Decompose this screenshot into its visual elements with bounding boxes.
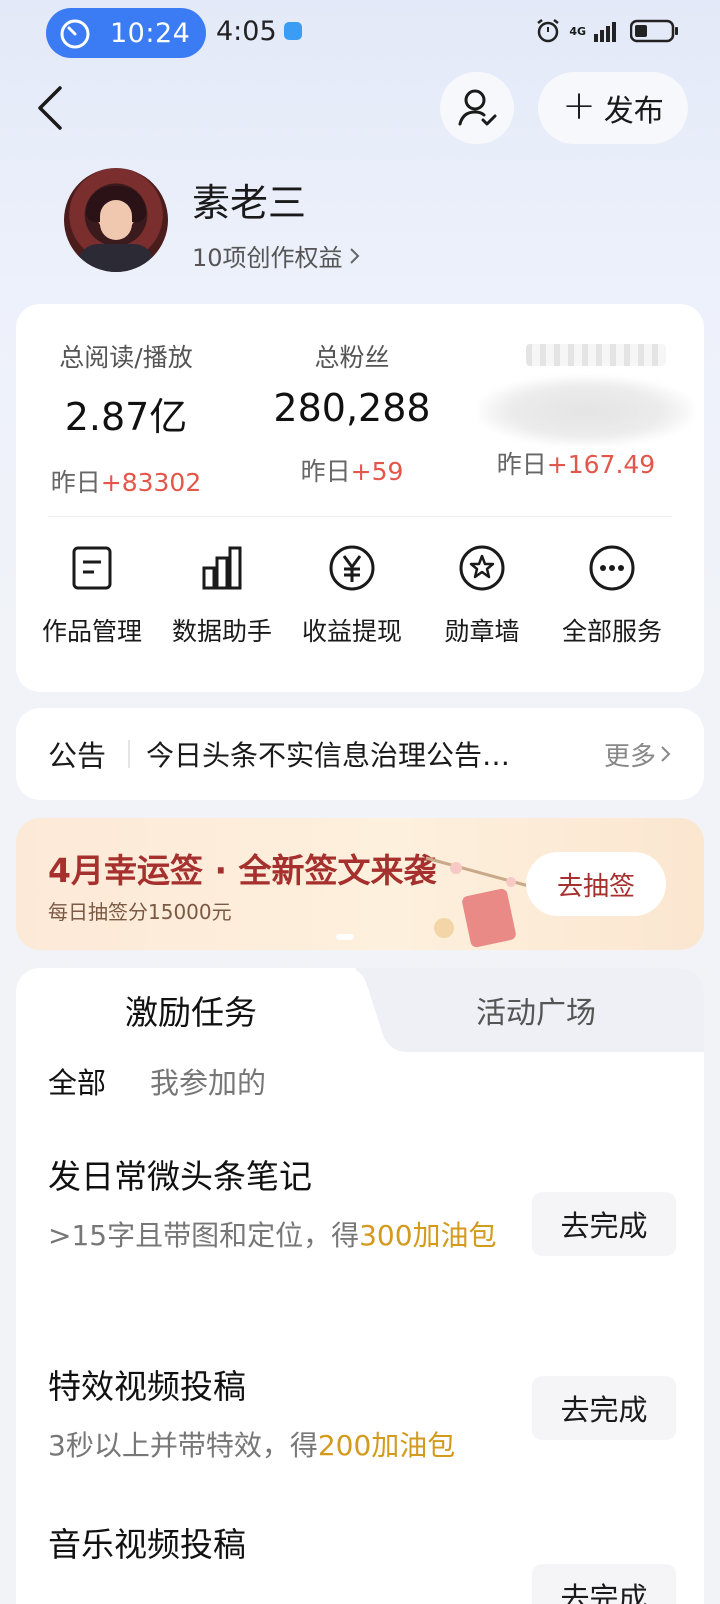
timer-icon — [60, 19, 90, 49]
medal-icon — [459, 545, 505, 591]
service-label: 数据助手 — [171, 617, 272, 646]
stat-delta: 昨日+59 — [300, 457, 404, 486]
task-item: 特效视频投稿 3秒以上并带特效，得200加油包 去完成 — [48, 1360, 688, 1470]
banner-title: 4月幸运签 · 全新签文来袭 — [48, 851, 437, 890]
creator-rights-link[interactable]: 10项创作权益 — [192, 238, 361, 273]
stat-label: 总粉丝 — [314, 343, 390, 372]
publish-button[interactable]: + 发布 — [538, 72, 688, 144]
complete-task-button[interactable]: 去完成 — [532, 1376, 676, 1440]
service-label: 收益提现 — [301, 617, 402, 646]
publish-label: 发布 — [603, 94, 664, 129]
tasks-panel: 激励任务 活动广场 全部 我参加的 发日常微头条笔记 >15字且带图和定位，得3… — [16, 968, 704, 1604]
service-label: 作品管理 — [41, 617, 142, 646]
creator-rights-label: 10项创作权益 — [192, 244, 343, 272]
timer-pill[interactable]: 10:24 — [46, 8, 206, 58]
stat-delta: 昨日+83302 — [50, 468, 202, 497]
user-follow-icon — [458, 89, 497, 126]
carousel-indicator — [336, 934, 354, 940]
task-title: 发日常微头条笔记 — [48, 1157, 312, 1196]
alarm-icon — [537, 19, 560, 43]
task-item: 发日常微头条笔记 >15字且带图和定位，得300加油包 去完成 — [48, 1150, 688, 1260]
task-title: 音乐视频投稿 — [48, 1525, 246, 1564]
stat-label: 总阅读/播放 — [59, 343, 193, 372]
notice-bar[interactable]: 公告 今日头条不实信息治理公告… 更多 — [16, 708, 704, 800]
service-works-management[interactable]: 作品管理 — [26, 544, 158, 648]
complete-task-button[interactable]: 去完成 — [532, 1564, 676, 1604]
status-clock: 4:05 — [216, 16, 277, 47]
yen-icon — [329, 545, 375, 591]
complete-task-button[interactable]: 去完成 — [532, 1192, 676, 1256]
signal-icon — [594, 22, 616, 42]
lucky-draw-banner[interactable]: 4月幸运签 · 全新签文来袭 每日抽签分15000元 去抽签 — [16, 818, 704, 950]
avatar[interactable] — [64, 168, 168, 272]
task-item: 音乐视频投稿 去完成 — [48, 1518, 688, 1604]
service-label: 勋章墙 — [444, 617, 520, 646]
stat-income[interactable]: . . 昨日+167.49 — [466, 338, 686, 481]
notice-more-link[interactable]: 更多 — [604, 736, 672, 773]
task-description: 3秒以上并带特效，得200加油包 — [48, 1429, 456, 1462]
notice-title: 公告 — [48, 739, 107, 773]
more-icon — [589, 545, 635, 591]
timer-text: 10:24 — [110, 17, 191, 49]
service-data-assistant[interactable]: 数据助手 — [156, 544, 288, 648]
service-medal-wall[interactable]: 勋章墙 — [416, 544, 548, 648]
notice-more-label: 更多 — [603, 741, 656, 772]
status-bar: 10:24 4:05 4G — [0, 0, 720, 64]
document-icon — [72, 546, 112, 590]
service-withdraw-earnings[interactable]: 收益提现 — [286, 544, 418, 648]
filter-all[interactable]: 全部 — [48, 1060, 106, 1102]
plus-icon: + — [562, 83, 596, 129]
bar-chart-icon — [202, 546, 242, 590]
stat-value: 280,288 — [273, 386, 431, 430]
back-button[interactable] — [30, 80, 74, 136]
stat-total-reads[interactable]: 总阅读/播放 2.87亿 昨日+83302 — [16, 338, 236, 499]
app-notification-icon — [284, 22, 302, 40]
stats-card: 总阅读/播放 2.87亿 昨日+83302 总粉丝 280,288 昨日+59 … — [16, 304, 704, 692]
notice-text[interactable]: 今日头条不实信息治理公告… — [146, 734, 510, 774]
battery-icon — [630, 19, 678, 43]
tab-activity-plaza[interactable]: 活动广场 — [376, 968, 696, 1052]
stat-value: 2.87亿 — [64, 395, 188, 439]
filter-joined[interactable]: 我参加的 — [150, 1060, 266, 1102]
banner-subtitle: 每日抽签分15000元 — [48, 900, 232, 924]
follow-user-button[interactable] — [440, 72, 514, 144]
task-description: >15字且带图和定位，得300加油包 — [48, 1219, 497, 1252]
user-name: 素老三 — [192, 181, 307, 225]
chevron-right-icon — [349, 247, 359, 264]
network-type: 4G — [569, 24, 586, 38]
divider — [48, 516, 672, 517]
draw-lot-button[interactable]: 去抽签 — [526, 852, 666, 916]
service-all-services[interactable]: 全部服务 — [546, 544, 678, 648]
stat-total-fans[interactable]: 总粉丝 280,288 昨日+59 — [242, 338, 462, 488]
stat-delta: 昨日+167.49 — [496, 450, 656, 479]
tab-incentive-tasks[interactable]: 激励任务 — [16, 968, 366, 1052]
chevron-right-icon — [661, 746, 671, 762]
divider — [128, 740, 130, 768]
service-label: 全部服务 — [561, 617, 662, 646]
